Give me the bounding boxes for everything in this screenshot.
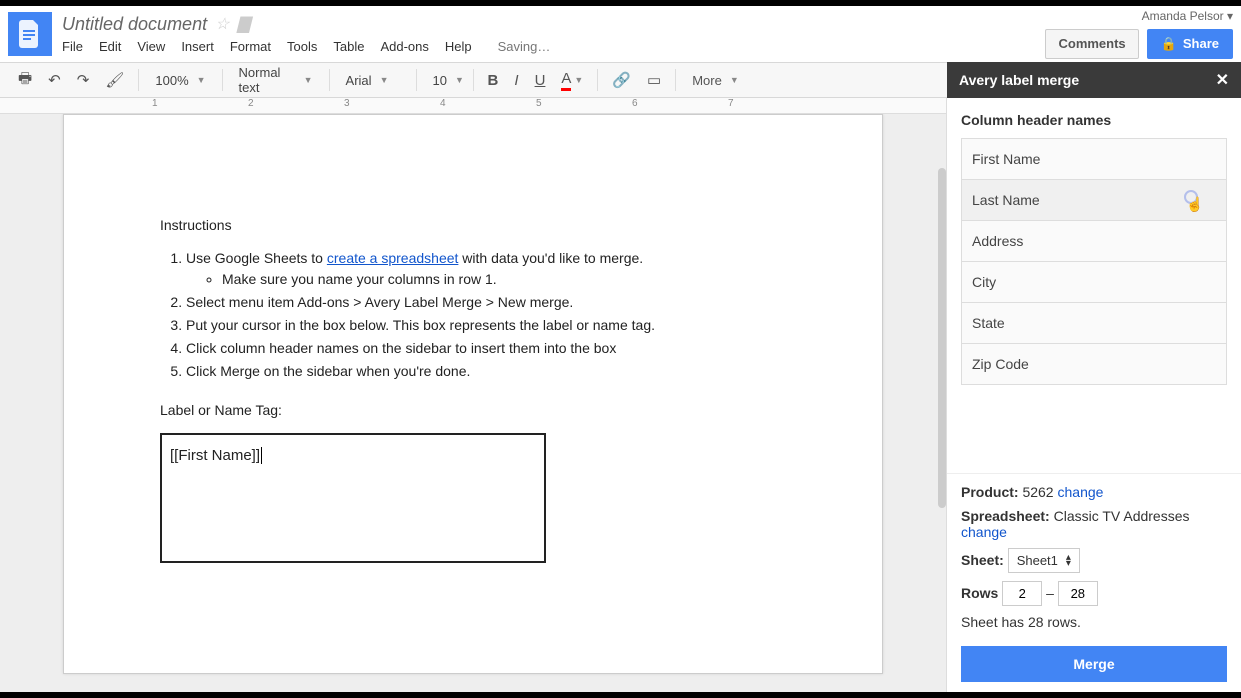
sidebar-title-bar: Avery label merge ✕ bbox=[947, 62, 1241, 98]
print-icon[interactable]: 🖶 bbox=[12, 64, 38, 97]
menu-table[interactable]: Table bbox=[333, 39, 364, 54]
column-item-city[interactable]: City bbox=[961, 261, 1227, 303]
column-item-label: Last Name bbox=[972, 192, 1040, 208]
fontsize-dropdown[interactable]: 10▼ bbox=[425, 73, 465, 88]
instructions-heading: Instructions bbox=[160, 215, 786, 236]
link-icon[interactable]: 🔗 bbox=[606, 67, 637, 93]
sidebar-title: Avery label merge bbox=[959, 72, 1079, 88]
save-status: Saving… bbox=[498, 39, 551, 54]
instruction-step: Put your cursor in the box below. This b… bbox=[186, 315, 786, 336]
page[interactable]: Instructions Use Google Sheets to create… bbox=[63, 114, 883, 674]
document-area: 1 2 3 4 5 6 7 Instructions Use Google Sh… bbox=[0, 98, 946, 692]
header: Untitled document ☆ ▇ File Edit View Ins… bbox=[0, 6, 1241, 62]
undo-icon[interactable]: ↶ bbox=[42, 67, 67, 93]
sidebar: Avery label merge ✕ Column header names … bbox=[946, 98, 1241, 692]
column-header-heading: Column header names bbox=[961, 112, 1227, 128]
column-item-state[interactable]: State bbox=[961, 302, 1227, 344]
cursor-icon: ☝ bbox=[1184, 190, 1198, 204]
menu-addons[interactable]: Add-ons bbox=[380, 39, 428, 54]
rows-info: Sheet has 28 rows. bbox=[961, 614, 1227, 630]
zoom-dropdown[interactable]: 100%▼ bbox=[147, 73, 213, 88]
text-color-icon[interactable]: A▼ bbox=[555, 66, 589, 95]
ruler[interactable]: 1 2 3 4 5 6 7 bbox=[0, 98, 946, 114]
paint-format-icon[interactable]: 🖌 bbox=[99, 67, 130, 93]
column-item-zip[interactable]: Zip Code bbox=[961, 343, 1227, 385]
product-change-link[interactable]: change bbox=[1058, 484, 1104, 500]
underline-icon[interactable]: U bbox=[529, 68, 552, 93]
separator bbox=[138, 69, 139, 91]
instruction-substep: Make sure you name your columns in row 1… bbox=[222, 269, 786, 290]
menu-help[interactable]: Help bbox=[445, 39, 472, 54]
sheet-select[interactable]: Sheet1▴▾ bbox=[1008, 548, 1080, 573]
label-heading: Label or Name Tag: bbox=[160, 400, 786, 421]
image-icon[interactable]: ▭ bbox=[641, 67, 667, 93]
window-bottom-bar bbox=[0, 692, 1241, 698]
rows-label: Rows bbox=[961, 585, 998, 601]
sheet-label: Sheet: bbox=[961, 552, 1004, 568]
tag-content: [[First Name]] bbox=[170, 447, 262, 464]
star-icon[interactable]: ☆ bbox=[215, 14, 229, 34]
rows-from-input[interactable] bbox=[1002, 581, 1042, 606]
more-dropdown[interactable]: More▼ bbox=[684, 73, 747, 88]
close-icon[interactable]: ✕ bbox=[1216, 70, 1229, 90]
user-name[interactable]: Amanda Pelsor ▾ bbox=[1142, 9, 1233, 23]
column-item-first-name[interactable]: First Name bbox=[961, 138, 1227, 180]
instruction-step: Click Merge on the sidebar when you're d… bbox=[186, 361, 786, 382]
menu-insert[interactable]: Insert bbox=[181, 39, 214, 54]
menu-format[interactable]: Format bbox=[230, 39, 271, 54]
lock-icon: 🔒 bbox=[1161, 36, 1177, 52]
menu-tools[interactable]: Tools bbox=[287, 39, 317, 54]
menu-file[interactable]: File bbox=[62, 39, 83, 54]
ruler-tick: 4 bbox=[440, 98, 446, 109]
product-label: Product: bbox=[961, 484, 1019, 500]
column-item-last-name[interactable]: Last Name ☝ bbox=[961, 179, 1227, 221]
ruler-tick: 6 bbox=[632, 98, 638, 109]
menubar: File Edit View Insert Format Tools Table… bbox=[62, 39, 1045, 54]
ruler-tick: 1 bbox=[152, 98, 158, 109]
docs-logo[interactable] bbox=[8, 12, 52, 56]
spreadsheet-value: Classic TV Addresses bbox=[1054, 508, 1190, 524]
separator bbox=[597, 69, 598, 91]
column-item-address[interactable]: Address bbox=[961, 220, 1227, 262]
doc-title[interactable]: Untitled document bbox=[62, 14, 207, 35]
ruler-tick: 7 bbox=[728, 98, 734, 109]
label-tag-box[interactable]: [[First Name]] bbox=[160, 433, 546, 563]
instruction-step: Use Google Sheets to create a spreadshee… bbox=[186, 248, 786, 290]
ruler-tick: 3 bbox=[344, 98, 350, 109]
scrollbar[interactable] bbox=[938, 168, 946, 508]
spreadsheet-label: Spreadsheet: bbox=[961, 508, 1050, 524]
italic-icon[interactable]: I bbox=[508, 68, 524, 93]
share-label: Share bbox=[1183, 36, 1219, 51]
separator bbox=[416, 69, 417, 91]
menu-edit[interactable]: Edit bbox=[99, 39, 121, 54]
merge-button[interactable]: Merge bbox=[961, 646, 1227, 682]
instruction-step: Select menu item Add-ons > Avery Label M… bbox=[186, 292, 786, 313]
separator bbox=[675, 69, 676, 91]
comments-button[interactable]: Comments bbox=[1045, 29, 1138, 59]
separator bbox=[222, 69, 223, 91]
separator bbox=[473, 69, 474, 91]
ruler-tick: 2 bbox=[248, 98, 254, 109]
rows-to-input[interactable] bbox=[1058, 581, 1098, 606]
separator bbox=[329, 69, 330, 91]
style-dropdown[interactable]: Normal text▼ bbox=[231, 65, 321, 95]
product-value: 5262 bbox=[1022, 484, 1053, 500]
spreadsheet-change-link[interactable]: change bbox=[961, 524, 1007, 540]
instruction-step: Click column header names on the sidebar… bbox=[186, 338, 786, 359]
menu-view[interactable]: View bbox=[137, 39, 165, 54]
share-button[interactable]: 🔒 Share bbox=[1147, 29, 1233, 59]
font-dropdown[interactable]: Arial▼ bbox=[338, 73, 408, 88]
ruler-tick: 5 bbox=[536, 98, 542, 109]
redo-icon[interactable]: ↷ bbox=[71, 67, 96, 93]
create-spreadsheet-link[interactable]: create a spreadsheet bbox=[327, 250, 459, 266]
folder-icon[interactable]: ▇ bbox=[237, 14, 249, 34]
bold-icon[interactable]: B bbox=[482, 68, 505, 93]
